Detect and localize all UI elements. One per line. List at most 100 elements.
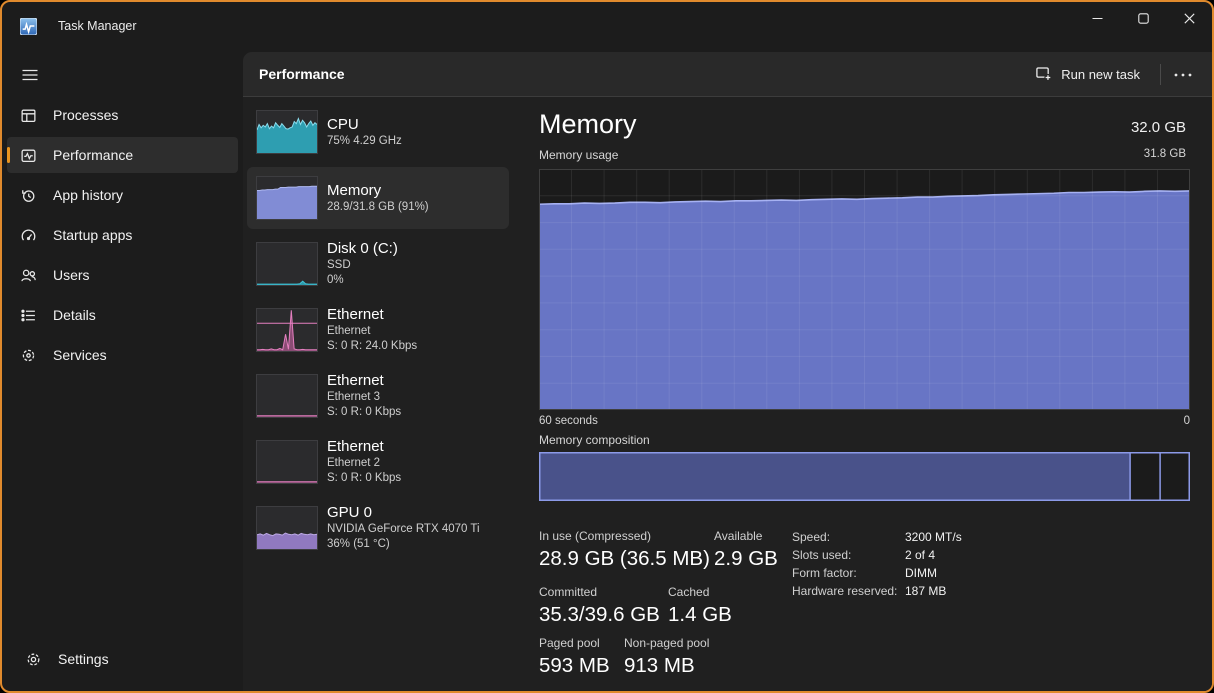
sidebar-nav: Processes Performance App history Startup a… <box>2 97 243 377</box>
memory-usage-label: Memory usage <box>539 148 618 162</box>
stat-paged-pool: Paged pool 593 MB <box>539 636 610 678</box>
perf-item-subtext: 0% <box>327 273 398 288</box>
perf-item-title: Memory <box>327 182 429 200</box>
ethernet-3-sparkline <box>257 375 317 417</box>
info-row: Form factor:DIMM <box>792 566 962 584</box>
stat-committed: Committed 35.3/39.6 GB <box>539 585 660 627</box>
performance-icon <box>20 147 37 164</box>
sidebar-item-settings[interactable]: Settings <box>12 641 233 677</box>
window-controls <box>1074 2 1212 35</box>
page-title: Performance <box>259 66 345 82</box>
sidebar-item-label: Services <box>53 347 107 363</box>
sidebar-item-label: Settings <box>58 651 109 667</box>
minimize-button[interactable] <box>1074 2 1120 35</box>
window-title: Task Manager <box>58 19 137 33</box>
stat-non-paged-pool: Non-paged pool 913 MB <box>624 636 709 678</box>
memory-composition-label: Memory composition <box>539 433 650 447</box>
task-manager-app-icon <box>20 18 37 35</box>
gpu-0-sparkline <box>257 507 317 549</box>
chart-x-axis: 60 seconds 0 <box>539 415 1190 427</box>
perf-item-ethernet-1[interactable]: EthernetEthernetS: 0 R: 24.0 Kbps <box>247 299 509 361</box>
x-axis-right-label: 0 <box>1184 415 1190 427</box>
panel-header: Performance Run new task <box>243 52 1212 97</box>
perf-item-subtext: 28.9/31.8 GB (91%) <box>327 200 429 215</box>
sidebar-item-details[interactable]: Details <box>7 297 238 333</box>
perf-item-subtext: Ethernet 2 <box>327 456 401 471</box>
perf-item-subtext: 75% 4.29 GHz <box>327 134 402 149</box>
stat-available: Available 2.9 GB <box>714 529 778 571</box>
perf-item-subtext: Ethernet <box>327 324 417 339</box>
task-manager-window: Task Manager Processes Performance App his… <box>0 0 1214 693</box>
close-button[interactable] <box>1166 2 1212 35</box>
perf-item-title: Ethernet <box>327 306 417 324</box>
sidebar-item-label: Processes <box>53 107 118 123</box>
perf-item-subtext: S: 0 R: 0 Kbps <box>327 405 401 420</box>
perf-item-memory[interactable]: Memory28.9/31.8 GB (91%) <box>247 167 509 229</box>
sidebar-item-users[interactable]: Users <box>7 257 238 293</box>
perf-item-title: Disk 0 (C:) <box>327 240 398 258</box>
perf-item-disk-0[interactable]: Disk 0 (C:)SSD0% <box>247 233 509 295</box>
main-panel: Performance Run new task CPU75% 4. <box>243 52 1212 691</box>
hamburger-menu-icon[interactable] <box>15 60 45 90</box>
perf-item-ethernet-3[interactable]: EthernetEthernet 3S: 0 R: 0 Kbps <box>247 365 509 427</box>
memory-total: 32.0 GB <box>1131 119 1186 136</box>
ethernet-2-sparkline <box>257 441 317 483</box>
sidebar-item-processes[interactable]: Processes <box>7 97 238 133</box>
info-value: 3200 MT/s <box>905 530 962 548</box>
info-label: Slots used: <box>792 548 905 566</box>
perf-item-cpu[interactable]: CPU75% 4.29 GHz <box>247 101 509 163</box>
sidebar-item-label: Users <box>53 267 90 283</box>
more-options-icon[interactable] <box>1166 60 1200 89</box>
sidebar-item-startup-apps[interactable]: Startup apps <box>7 217 238 253</box>
perf-item-title: Ethernet <box>327 372 401 390</box>
cpu-sparkline <box>257 111 317 153</box>
chart-scale-max: 31.8 GB <box>1144 148 1186 160</box>
perf-item-subtext: NVIDIA GeForce RTX 4070 Ti <box>327 522 480 537</box>
info-row: Slots used:2 of 4 <box>792 548 962 566</box>
sidebar-item-performance[interactable]: Performance <box>7 137 238 173</box>
sidebar-item-label: Details <box>53 307 96 323</box>
titlebar: Task Manager <box>2 2 1212 52</box>
memory-sparkline <box>257 177 317 219</box>
perf-item-gpu-0[interactable]: GPU 0NVIDIA GeForce RTX 4070 Ti36% (51 °… <box>247 497 509 559</box>
performance-resource-list: CPU75% 4.29 GHzMemory28.9/31.8 GB (91%)D… <box>247 101 509 563</box>
disk-0-sparkline <box>257 243 317 285</box>
info-row: Speed:3200 MT/s <box>792 530 962 548</box>
users-icon <box>20 267 37 284</box>
perf-item-subtext: Ethernet 3 <box>327 390 401 405</box>
sidebar-item-label: Startup apps <box>53 227 132 243</box>
sidebar-item-app-history[interactable]: App history <box>7 177 238 213</box>
stat-in-use: In use (Compressed) 28.9 GB (36.5 MB) <box>539 529 710 571</box>
info-label: Hardware reserved: <box>792 584 905 602</box>
run-new-task-button[interactable]: Run new task <box>1029 60 1146 89</box>
info-value: DIMM <box>905 566 937 584</box>
sidebar-item-label: App history <box>53 187 123 203</box>
stat-cached: Cached 1.4 GB <box>668 585 732 627</box>
info-label: Form factor: <box>792 566 905 584</box>
perf-item-ethernet-2[interactable]: EthernetEthernet 2S: 0 R: 0 Kbps <box>247 431 509 493</box>
app-history-icon <box>20 187 37 204</box>
info-label: Speed: <box>792 530 905 548</box>
perf-item-subtext: SSD <box>327 258 398 273</box>
perf-item-subtext: 36% (51 °C) <box>327 537 480 552</box>
perf-item-title: GPU 0 <box>327 504 480 522</box>
perf-item-title: CPU <box>327 116 402 134</box>
sidebar-item-services[interactable]: Services <box>7 337 238 373</box>
info-value: 2 of 4 <box>905 548 935 566</box>
startup-apps-icon <box>20 227 37 244</box>
memory-usage-chart <box>539 169 1190 410</box>
sidebar-item-label: Performance <box>53 147 133 163</box>
memory-composition-bar <box>539 452 1190 501</box>
sidebar-settings-container: Settings <box>7 641 238 681</box>
perf-item-subtext: S: 0 R: 24.0 Kbps <box>327 339 417 354</box>
processes-icon <box>20 107 37 124</box>
details-icon <box>20 307 37 324</box>
maximize-button[interactable] <box>1120 2 1166 35</box>
ethernet-1-sparkline <box>257 309 317 351</box>
sidebar: Processes Performance App history Startup a… <box>2 52 243 691</box>
x-axis-left-label: 60 seconds <box>539 415 598 427</box>
services-icon <box>20 347 37 364</box>
detail-title: Memory <box>539 109 637 140</box>
header-divider <box>1160 64 1161 85</box>
hardware-info-list: Speed:3200 MT/sSlots used:2 of 4Form fac… <box>792 530 962 602</box>
